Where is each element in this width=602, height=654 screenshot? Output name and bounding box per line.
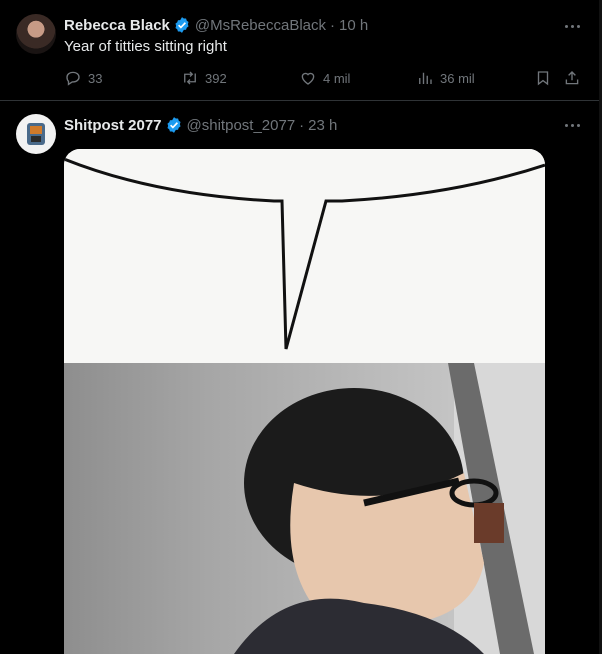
timestamp[interactable]: 23 h xyxy=(308,117,337,134)
separator-dot: · xyxy=(299,116,305,134)
views-icon xyxy=(419,72,432,84)
heart-icon xyxy=(301,72,315,85)
tweet-rebecca-black[interactable]: Rebecca Black @MsRebeccaBlack · 10 h Yea… xyxy=(0,0,602,101)
display-name[interactable]: Shitpost 2077 xyxy=(64,117,162,134)
repost-button[interactable]: 392 xyxy=(181,69,227,87)
tweet-header: Shitpost 2077 @shitpost_2077 · 23 h xyxy=(64,116,337,134)
reply-icon xyxy=(66,71,80,86)
verified-badge-icon[interactable] xyxy=(165,116,183,134)
user-handle[interactable]: @MsRebeccaBlack xyxy=(195,17,326,34)
share-button[interactable] xyxy=(563,69,581,87)
tweet-header: Rebecca Black @MsRebeccaBlack · 10 h xyxy=(64,16,368,34)
separator-dot: · xyxy=(330,16,336,34)
avatar[interactable] xyxy=(16,14,56,54)
bookmark-icon xyxy=(537,71,549,86)
user-handle[interactable]: @shitpost_2077 xyxy=(187,117,296,134)
more-dots-icon[interactable] xyxy=(562,115,582,135)
speech-bubble-panel xyxy=(64,149,545,363)
views-button[interactable]: 36 mil xyxy=(416,69,475,87)
photo-panel xyxy=(64,363,545,654)
tweet-image[interactable] xyxy=(64,149,545,654)
views-count: 36 mil xyxy=(440,70,475,86)
like-button[interactable]: 4 mil xyxy=(299,69,350,87)
like-count: 4 mil xyxy=(323,70,351,86)
share-icon xyxy=(565,71,579,85)
verified-badge-icon[interactable] xyxy=(173,16,191,34)
reply-count: 33 xyxy=(88,70,103,86)
tweet-actions: 33 392 4 mil 36 mil xyxy=(64,69,586,89)
reply-button[interactable]: 33 xyxy=(64,69,102,87)
tweet-shitpost-2077[interactable]: Shitpost 2077 @shitpost_2077 · 23 h xyxy=(0,101,602,654)
bookmark-button[interactable] xyxy=(534,69,552,87)
repost-count: 392 xyxy=(205,70,227,86)
repost-icon xyxy=(184,71,196,85)
more-dots-icon[interactable] xyxy=(562,16,582,36)
tweet-text: Year of titties sitting right xyxy=(64,38,227,55)
display-name[interactable]: Rebecca Black xyxy=(64,17,170,34)
avatar[interactable] xyxy=(16,114,56,154)
timestamp[interactable]: 10 h xyxy=(339,17,368,34)
